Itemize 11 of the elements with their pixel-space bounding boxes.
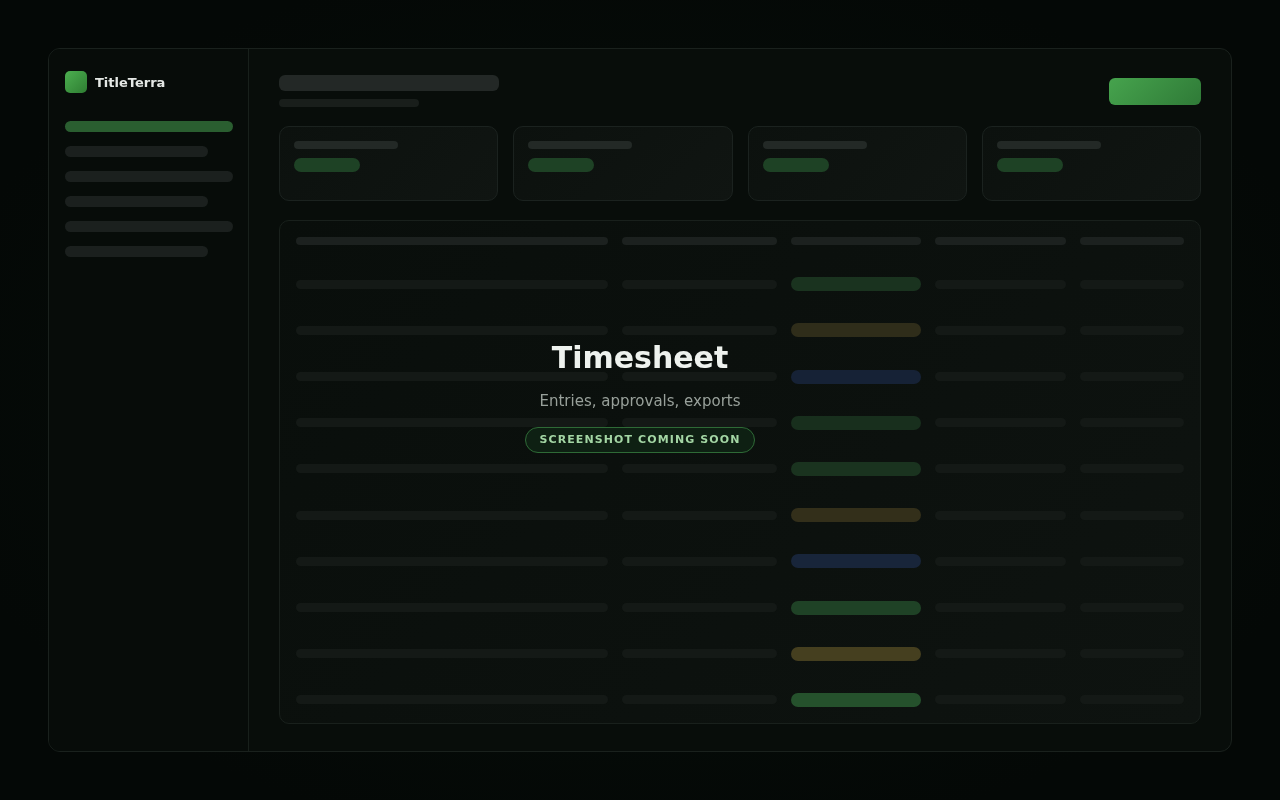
- value-placeholder: [294, 158, 360, 172]
- action-button[interactable]: [1109, 78, 1201, 105]
- page-subtitle: Entries, approvals, exports: [539, 390, 741, 411]
- page-title: Timesheet: [551, 343, 729, 372]
- sidebar-item[interactable]: [65, 121, 233, 132]
- value-placeholder: [762, 158, 829, 172]
- brand-name: TitleTerra: [95, 74, 166, 90]
- logo-icon: [65, 71, 87, 93]
- coming-soon-badge: SCREENSHOT COMING SOON: [525, 426, 755, 453]
- value-placeholder: [996, 158, 1063, 172]
- value-placeholder: [528, 158, 595, 172]
